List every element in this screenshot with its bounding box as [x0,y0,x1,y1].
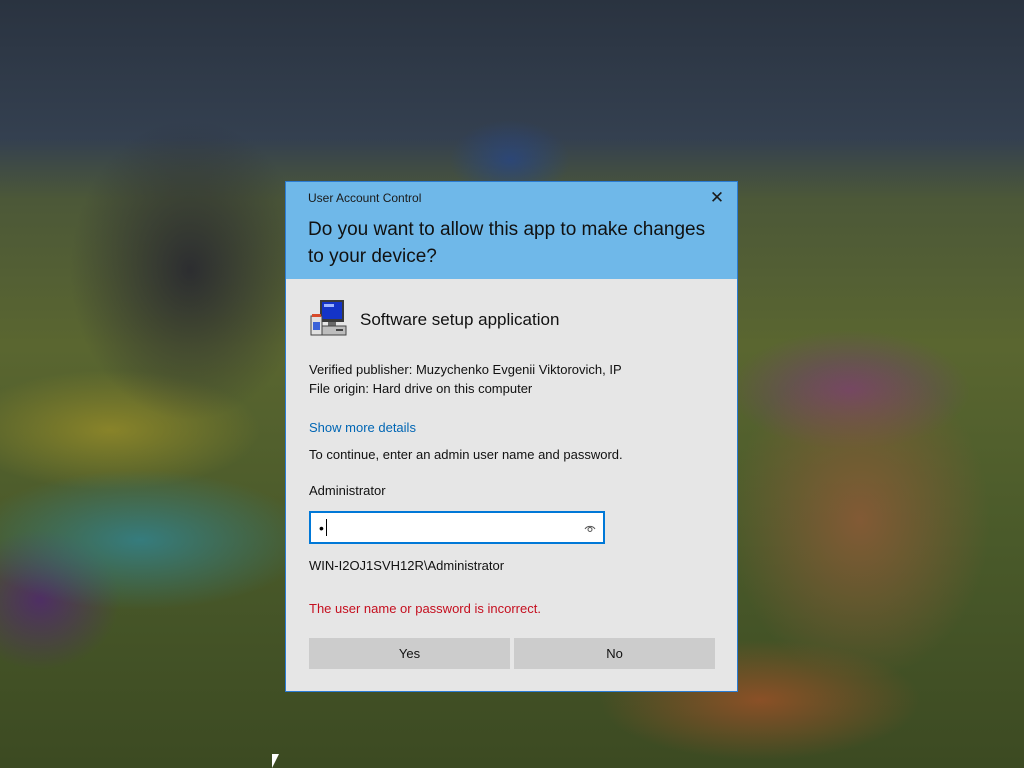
file-origin: File origin: Hard drive on this computer [309,381,533,396]
window-title: User Account Control [308,191,422,205]
credentials-instruction: To continue, enter an admin user name an… [309,447,623,462]
yes-button[interactable]: Yes [309,638,510,669]
no-button[interactable]: No [514,638,715,669]
password-input[interactable]: • [309,511,605,544]
admin-username: Administrator [309,483,386,498]
app-name: Software setup application [360,310,560,329]
domain-account: WIN-I2OJ1SVH12R\Administrator [309,558,505,573]
text-caret [326,519,327,536]
verified-publisher: Verified publisher: Muzychenko Evgenii V… [309,362,622,377]
show-more-details-link[interactable]: Show more details [309,420,416,435]
eye-icon[interactable] [584,522,596,534]
dialog-question: Do you want to allow this app to make ch… [308,219,706,267]
error-message: The user name or password is incorrect. [309,601,541,616]
dialog-header: User Account Control ✕ Do you want to al… [286,182,737,279]
password-mask: • [319,520,324,536]
mouse-pointer [272,754,279,768]
uac-dialog: User Account Control ✕ Do you want to al… [285,181,738,692]
installer-computer-icon [308,298,348,338]
close-button[interactable]: ✕ [705,187,729,209]
